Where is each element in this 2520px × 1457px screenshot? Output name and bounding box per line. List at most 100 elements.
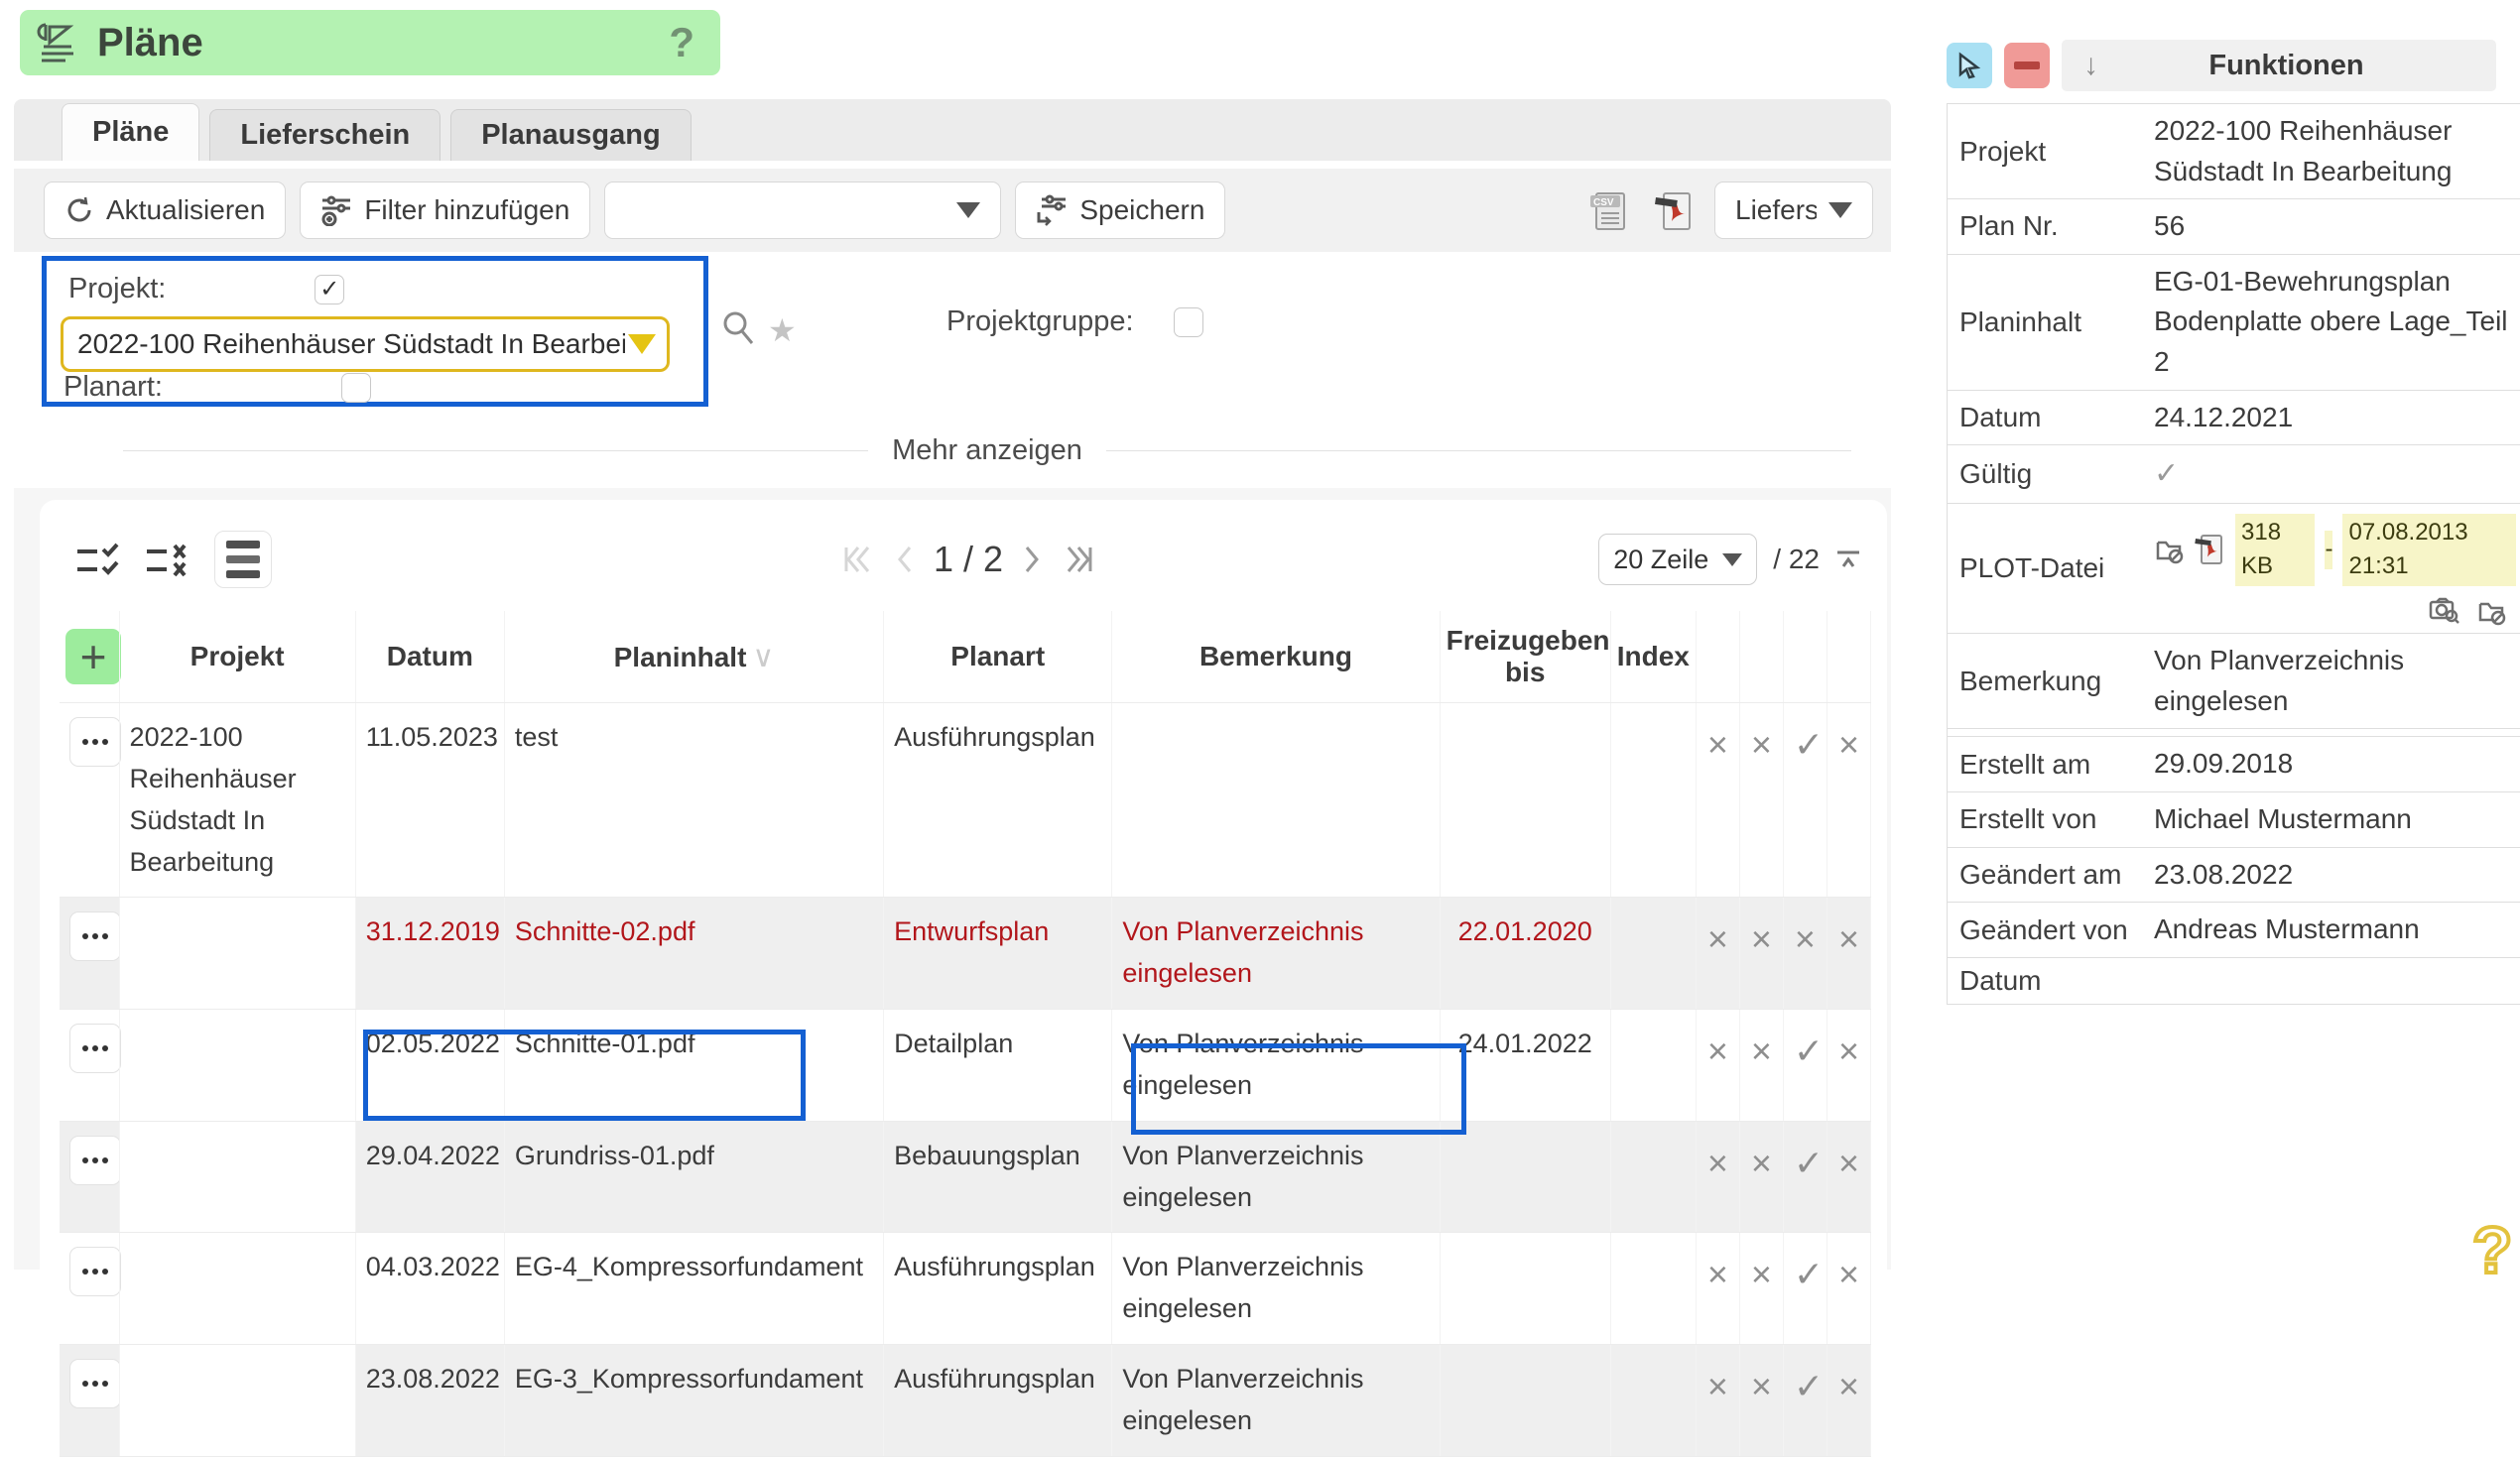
flag-x-icon[interactable]: × [1706,911,1729,967]
flag-x-icon[interactable]: × [1750,1024,1773,1079]
projektgruppe-label: Projektgruppe: [946,305,1134,338]
row-menu-button[interactable] [69,717,121,767]
show-more-link[interactable]: Mehr anzeigen [892,434,1082,467]
flag-x-icon[interactable]: × [1706,1136,1729,1191]
flag-x-icon[interactable]: × [1706,1247,1729,1302]
rows-per-page-select[interactable]: 20 Zeile [1598,534,1757,585]
tab-planausgang[interactable]: Planausgang [450,109,692,161]
detail-row-plannr: Plan Nr. 56 [1948,199,2520,255]
table-header-row: + Projekt Datum Planinhalt∨ Planart Beme… [60,611,1871,703]
add-row-button[interactable]: + [65,629,121,684]
detail-row-gueltig: Gültig ✓ [1948,445,2520,504]
col-freizugeben[interactable]: Freizugeben bis [1440,611,1610,703]
grid-controls: 1 / 2 20 Zeile / 22 [75,528,1861,591]
remove-file-icon[interactable] [2476,596,2506,626]
flag-x-icon[interactable]: × [1837,1359,1860,1414]
flag-check-icon[interactable]: ✓ [1794,1024,1817,1079]
filter-panel: Projekt: ✓ 2022-100 Reihenhäuser Südstad… [14,252,1891,488]
page-header: Pläne ? [20,10,720,75]
add-filter-button[interactable]: Filter hinzufügen [300,182,590,239]
planart-checkbox[interactable] [341,373,371,403]
detail-table: Projekt 2022-100 Reihenhäuser Südstadt I… [1947,103,2520,1005]
flag-x-icon[interactable]: × [1750,911,1773,967]
table-row[interactable]: 23.08.2022 EG-3_Kompressorfundament Ausf… [60,1345,1871,1457]
csv-export-button[interactable]: CSV [1583,184,1635,236]
tab-plaene[interactable]: Pläne [62,103,199,161]
last-page-button[interactable] [1063,540,1096,579]
select-all-icon[interactable] [75,540,123,579]
col-projekt[interactable]: Projekt [119,611,355,703]
row-menu-button[interactable] [69,1024,121,1073]
flag-x-icon[interactable]: × [1837,1136,1860,1191]
table-row[interactable]: 29.04.2022 Grundriss-01.pdf Bebauungspla… [60,1121,1871,1233]
col-flag-4[interactable] [1827,611,1870,703]
flag-check-icon[interactable]: ✓ [1794,1247,1817,1302]
filter-icon [320,194,352,226]
prev-page-button[interactable] [892,540,916,579]
flag-x-icon[interactable]: × [1794,911,1817,967]
remove-file-icon[interactable] [2154,535,2184,564]
projektgruppe-checkbox[interactable] [1174,307,1203,337]
preview-file-icon[interactable] [2429,596,2460,626]
flag-x-icon[interactable]: × [1837,1024,1860,1079]
row-menu-button[interactable] [69,1247,121,1296]
search-icon[interactable] [720,309,756,347]
select-cursor-button[interactable] [1947,43,1992,88]
flag-check-icon[interactable]: ✓ [1794,1359,1817,1414]
flag-x-icon[interactable]: × [1837,911,1860,967]
col-bemerkung[interactable]: Bemerkung [1112,611,1440,703]
chevron-down-icon [1722,553,1742,566]
col-planinhalt[interactable]: Planinhalt∨ [504,611,883,703]
functions-header[interactable]: ↓ Funktionen [2062,40,2496,91]
scroll-top-icon[interactable] [1835,548,1861,570]
flag-x-icon[interactable]: × [1706,717,1729,773]
row-menu-button[interactable] [69,1136,121,1185]
save-button[interactable]: Speichern [1015,182,1225,239]
export-target-select[interactable]: Liefersch [1714,182,1873,239]
next-page-button[interactable] [1021,540,1045,579]
table-row[interactable]: 04.03.2022 EG-4_Kompressorfundament Ausf… [60,1233,1871,1345]
row-menu-button[interactable] [69,911,121,961]
flag-check-icon[interactable]: ✓ [1794,717,1817,773]
floating-help-icon[interactable]: ? [2472,1212,2512,1287]
flag-x-icon[interactable]: × [1837,1247,1860,1302]
refresh-button[interactable]: Aktualisieren [44,182,286,239]
flag-check-icon[interactable]: ✓ [1794,1136,1817,1191]
menu-icon[interactable] [214,531,272,588]
flag-x-icon[interactable]: × [1750,1247,1773,1302]
projekt-filter-checkbox[interactable]: ✓ [315,275,344,304]
toolbar: Aktualisieren Filter hinzufügen Speicher… [14,169,1891,252]
projekt-select[interactable]: 2022-100 Reihenhäuser Südstadt In Bearbe… [61,316,670,372]
first-page-button[interactable] [840,540,874,579]
favorite-star-icon[interactable]: ★ [768,311,797,349]
valid-check-icon: ✓ [2150,445,2520,503]
flag-x-icon[interactable]: × [1750,717,1773,773]
flag-x-icon[interactable]: × [1837,717,1860,773]
functions-title: Funktionen [2098,50,2474,82]
flag-x-icon[interactable]: × [1706,1024,1729,1079]
col-datum[interactable]: Datum [355,611,504,703]
help-icon[interactable]: ? [669,19,694,66]
tab-lieferschein[interactable]: Lieferschein [209,109,441,161]
col-planart[interactable]: Planart [884,611,1112,703]
flag-x-icon[interactable]: × [1750,1359,1773,1414]
sidebar-toolbar: ↓ Funktionen [1947,40,2520,91]
col-index[interactable]: Index [1610,611,1696,703]
col-flag-3[interactable] [1783,611,1827,703]
col-flag-2[interactable] [1739,611,1783,703]
table-row[interactable]: 02.05.2022 Schnitte-01.pdf Detailplan Vo… [60,1010,1871,1122]
table-row[interactable]: 2022-100 Reihenhäuser Südstadt In Bearbe… [60,703,1871,898]
filter-preset-select[interactable] [604,182,1001,239]
flag-x-icon[interactable]: × [1706,1359,1729,1414]
pdf-file-icon[interactable] [2194,533,2225,566]
page-title: Pläne [97,21,669,65]
col-flag-1[interactable] [1696,611,1739,703]
flag-x-icon[interactable]: × [1750,1136,1773,1191]
table-row[interactable]: 31.12.2019 Schnitte-02.pdf Entwurfsplan … [60,898,1871,1010]
chevron-down-icon[interactable] [625,326,659,362]
arrow-down-icon: ↓ [2083,49,2098,82]
remove-button[interactable] [2004,43,2050,88]
pdf-export-button[interactable] [1649,184,1701,236]
deselect-all-icon[interactable] [145,540,192,579]
row-menu-button[interactable] [69,1359,121,1408]
